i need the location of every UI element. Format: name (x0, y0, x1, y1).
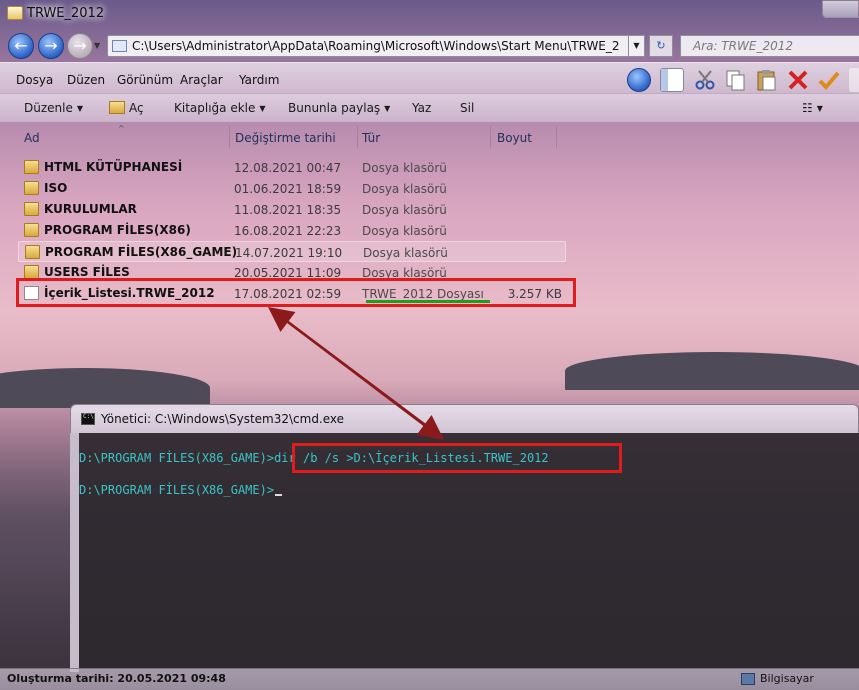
folder-icon (24, 265, 39, 279)
copy-icon[interactable] (724, 68, 748, 92)
column-separator[interactable] (357, 126, 358, 148)
open-button[interactable]: Aç (109, 101, 144, 115)
file-name: PROGRAM FİLES(X86_GAME) (45, 245, 238, 259)
folder-icon (24, 223, 39, 237)
cmd-prompt: D:\PROGRAM FİLES(X86_GAME)> (79, 483, 275, 497)
file-row[interactable]: KURULUMLAR 11.08.2021 18:35 Dosya klasör… (18, 199, 566, 220)
up-icon[interactable] (627, 68, 651, 92)
folder-window-icon (7, 6, 23, 20)
menu-file[interactable]: Dosya (16, 73, 53, 87)
menu-edit[interactable]: Düzen (67, 73, 105, 87)
file-type-underline (366, 300, 490, 303)
chevron-down-icon: ▼ (259, 104, 266, 113)
file-name: USERS FİLES (44, 265, 130, 279)
cmd-title-bar[interactable]: Yönetici: C:\Windows\System32\cmd.exe (70, 404, 859, 433)
forward-button[interactable]: → (38, 33, 64, 59)
status-bar: Oluşturma tarihi: 20.05.2021 09:48 Bilgi… (0, 668, 859, 690)
column-date[interactable]: Değiştirme tarihi (235, 131, 336, 145)
refresh-button[interactable]: ↻ (649, 35, 673, 57)
address-path: C:\Users\Administrator\AppData\Roaming\M… (132, 39, 620, 53)
folder-icon (24, 181, 39, 195)
file-name: ISO (44, 181, 68, 195)
share-label: Bununla paylaş (288, 101, 381, 115)
folder-icon (24, 202, 39, 216)
back-button[interactable]: ← (8, 33, 34, 59)
column-type[interactable]: Tür (362, 131, 380, 145)
column-separator[interactable] (556, 126, 557, 148)
column-headers: ^ Ad Değiştirme tarihi Tür Boyut (0, 124, 859, 150)
paste-icon[interactable] (755, 68, 779, 92)
share-button[interactable]: Bununla paylaş ▼ (288, 101, 390, 115)
burn-button[interactable]: Yaz (412, 101, 431, 115)
file-row[interactable]: HTML KÜTÜPHANESİ 12.08.2021 00:47 Dosya … (18, 157, 566, 178)
file-date: 14.07.2021 19:10 (235, 246, 343, 260)
organize-label: Düzenle (24, 101, 73, 115)
status-created-date: Oluşturma tarihi: 20.05.2021 09:48 (7, 672, 226, 685)
background-hill-left (0, 368, 210, 408)
check-icon[interactable] (817, 68, 841, 92)
window-edge (849, 68, 859, 92)
open-icon (109, 101, 125, 114)
file-row[interactable]: PROGRAM FİLES(X86_GAME) 14.07.2021 19:10… (18, 241, 566, 262)
column-separator[interactable] (229, 126, 230, 148)
cut-icon[interactable] (693, 68, 717, 92)
file-date: 16.08.2021 22:23 (234, 224, 342, 238)
panes-icon[interactable] (660, 68, 684, 92)
cmd-cursor (275, 494, 283, 496)
file-date: 11.08.2021 18:35 (234, 203, 342, 217)
folder-icon (24, 160, 39, 174)
cmd-prompt: D:\PROGRAM FİLES(X86_GAME)> (79, 451, 275, 465)
cmd-line-2: D:\PROGRAM FİLES(X86_GAME)> (79, 483, 283, 497)
address-bar[interactable]: C:\Users\Administrator\AppData\Roaming\M… (107, 35, 645, 57)
organize-button[interactable]: Düzenle ▼ (24, 101, 83, 115)
title-bar: TRWE_2012 (0, 0, 859, 30)
sort-ascending-icon: ^ (118, 124, 125, 133)
address-row: ← → → ▼ C:\Users\Administrator\AppData\R… (0, 30, 859, 60)
close-window-button[interactable] (822, 0, 859, 18)
open-label: Aç (129, 101, 144, 115)
chevron-down-icon: ▼ (384, 104, 391, 113)
chevron-down-icon: ▼ (76, 104, 84, 113)
file-row[interactable]: ISO 01.06.2021 18:59 Dosya klasörü (18, 178, 566, 199)
delete-icon[interactable] (786, 68, 810, 92)
file-type: Dosya klasörü (362, 203, 447, 217)
file-date: 01.06.2021 18:59 (234, 182, 342, 196)
file-date: 12.08.2021 00:47 (234, 161, 342, 175)
address-dropdown-icon[interactable]: ▼ (628, 35, 645, 57)
include-library-label: Kitaplığa ekle (174, 101, 256, 115)
column-name[interactable]: Ad (24, 131, 40, 145)
column-separator[interactable] (490, 126, 491, 148)
up-history-button[interactable]: → (67, 33, 93, 59)
search-input[interactable]: Ara: TRWE_2012 (680, 35, 859, 57)
chevron-down-icon: ▼ (816, 104, 823, 113)
column-size[interactable]: Boyut (497, 131, 532, 145)
cmd-icon (81, 413, 95, 425)
menu-bar: Dosya Düzen Görünüm Araçlar Yardım (0, 62, 859, 94)
delete-button[interactable]: Sil (460, 101, 474, 115)
command-highlight-box (292, 443, 622, 473)
background-hill-right (565, 352, 859, 390)
file-type: Dosya klasörü (362, 182, 447, 196)
cmd-title: Yönetici: C:\Windows\System32\cmd.exe (101, 412, 345, 426)
address-folder-icon (112, 40, 127, 52)
computer-icon (741, 673, 755, 685)
file-name: PROGRAM FİLES(X86) (44, 223, 191, 237)
menu-tools[interactable]: Araçlar (180, 73, 223, 87)
menu-view[interactable]: Görünüm (117, 73, 173, 87)
window-title: TRWE_2012 (27, 6, 105, 21)
file-name: KURULUMLAR (44, 202, 137, 216)
menu-help[interactable]: Yardım (239, 73, 279, 87)
file-type: Dosya klasörü (363, 246, 448, 260)
status-location: Bilgisayar (760, 672, 814, 685)
file-name: HTML KÜTÜPHANESİ (44, 160, 183, 174)
view-options-button[interactable]: ☷ ▼ (802, 101, 823, 115)
recent-pages-dropdown-icon[interactable]: ▼ (94, 41, 100, 50)
file-highlight-box (16, 278, 576, 307)
file-row[interactable]: PROGRAM FİLES(X86) 16.08.2021 22:23 Dosy… (18, 220, 566, 241)
command-bar: Düzenle ▼ Aç Kitaplığa ekle ▼ Bununla payl… (0, 94, 859, 122)
file-type: Dosya klasörü (362, 224, 447, 238)
folder-icon (25, 245, 40, 259)
include-library-button[interactable]: Kitaplığa ekle ▼ (174, 101, 266, 115)
file-type: Dosya klasörü (362, 161, 447, 175)
